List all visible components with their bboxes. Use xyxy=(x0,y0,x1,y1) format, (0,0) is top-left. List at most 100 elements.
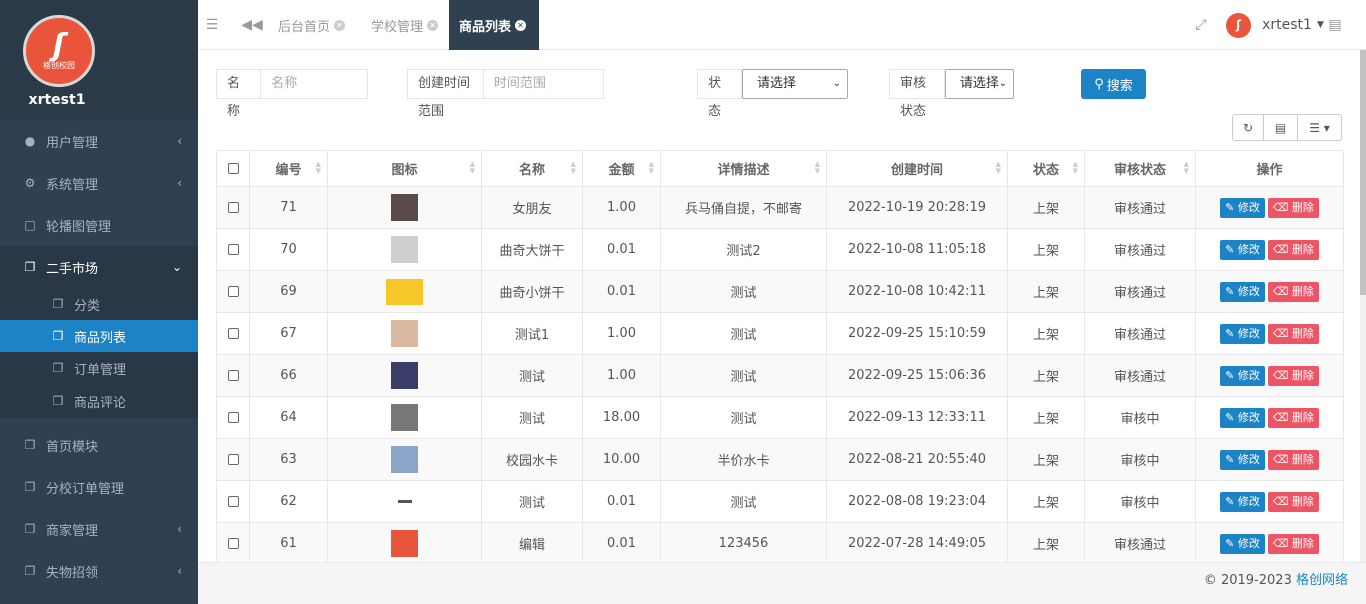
goods-thumbnail[interactable] xyxy=(386,278,423,305)
edit-button[interactable]: ✎ 修改 xyxy=(1220,197,1265,218)
delete-button[interactable]: ⌫ 删除 xyxy=(1267,365,1319,386)
delete-button[interactable]: ⌫ 删除 xyxy=(1267,533,1319,554)
col-header-audit[interactable]: 审核状态 ▲ ▼ xyxy=(1084,150,1196,187)
row-checkbox[interactable] xyxy=(227,328,239,339)
logo-avatar[interactable]: ʃ 格创校园 xyxy=(23,15,95,87)
sidebar-subitem-goods-list[interactable]: ❐ 商品列表 xyxy=(0,320,198,352)
edit-button[interactable]: ✎ 修改 xyxy=(1220,533,1265,554)
goods-thumbnail[interactable] xyxy=(391,320,418,347)
fullscreen-icon[interactable]: ⤢ xyxy=(1188,0,1214,50)
delete-button[interactable]: ⌫ 删除 xyxy=(1267,239,1319,260)
close-icon[interactable]: ✕ xyxy=(427,19,439,31)
close-icon[interactable]: ✕ xyxy=(515,19,527,31)
row-checkbox[interactable] xyxy=(227,538,239,549)
status-select[interactable]: 请选择 ⌄ xyxy=(742,69,849,99)
goods-thumbnail[interactable] xyxy=(391,194,418,221)
col-header-time[interactable]: 创建时间 ▲ ▼ xyxy=(826,150,1008,187)
scrollbar-thumb[interactable] xyxy=(1360,50,1366,295)
cell-actions: ✎ 修改 ⌫ 删除 xyxy=(1195,438,1344,481)
sidebar-subitem-comments[interactable]: ❐ 商品评论 xyxy=(0,384,198,418)
goods-thumbnail[interactable] xyxy=(391,446,418,473)
sidebar-item-user[interactable]: ● 用户管理 ‹ xyxy=(0,120,198,162)
goods-thumbnail[interactable] xyxy=(397,500,412,503)
row-checkbox[interactable] xyxy=(227,496,239,507)
columns-icon[interactable]: ☰ ▾ xyxy=(1298,114,1342,141)
row-select-cell xyxy=(216,228,250,271)
sidebar-subitem-orders[interactable]: ❐ 订单管理 xyxy=(0,352,198,384)
tab-dashboard[interactable]: 后台首页 ✕ xyxy=(268,0,355,50)
main-content: 名称 名称 创建时间范围 时间范围 状态 请选择 ⌄ 审核状态 请选择 ⌄ ⚲ … xyxy=(198,50,1360,565)
sidebar-item-market[interactable]: ❐ 二手市场 ⌄ xyxy=(0,246,198,288)
row-checkbox[interactable] xyxy=(227,412,239,423)
delete-label: 删除 xyxy=(1291,410,1314,424)
edit-button[interactable]: ✎ 修改 xyxy=(1220,323,1265,344)
cell-status: 上架 xyxy=(1007,354,1085,397)
user-dropdown[interactable]: xrtest1 ▼ xyxy=(1258,0,1328,50)
cell-icon xyxy=(327,186,482,229)
sidebar-item-carousel[interactable]: □ 轮播图管理 xyxy=(0,204,198,246)
row-checkbox[interactable] xyxy=(227,202,239,213)
close-icon[interactable]: ✕ xyxy=(334,19,346,31)
sidebar-username[interactable]: xrtest1 xyxy=(0,92,114,108)
col-header-id[interactable]: 编号 ▲ ▼ xyxy=(249,150,328,187)
edit-button[interactable]: ✎ 修改 xyxy=(1220,281,1265,302)
goods-thumbnail[interactable] xyxy=(391,236,418,263)
sidebar-item-home-module[interactable]: ❐ 首页模块 xyxy=(0,424,198,466)
cell-audit: 审核通过 xyxy=(1084,228,1196,271)
row-checkbox[interactable] xyxy=(227,286,239,297)
cell-amount: 0.01 xyxy=(582,270,661,313)
search-button[interactable]: ⚲ 搜索 xyxy=(1081,69,1146,99)
sidebar-item-system[interactable]: ⚙ 系统管理 ‹ xyxy=(0,162,198,204)
col-header-desc[interactable]: 详情描述 ▲ ▼ xyxy=(660,150,827,187)
col-header-status[interactable]: 状态 ▲ ▼ xyxy=(1007,150,1085,187)
edit-button[interactable]: ✎ 修改 xyxy=(1220,407,1265,428)
table-row: 61 编辑 0.01 123456 2022-07-28 14:49:05 上架 审核通过 ✎… xyxy=(216,522,1344,565)
delete-button[interactable]: ⌫ 删除 xyxy=(1267,323,1319,344)
user-avatar[interactable]: ʃ xyxy=(1226,13,1251,38)
edit-label: 修改 xyxy=(1237,410,1260,424)
delete-button[interactable]: ⌫ 删除 xyxy=(1267,407,1319,428)
refresh-icon[interactable]: ↻ xyxy=(1232,114,1264,141)
page-scrollbar[interactable] xyxy=(1360,50,1366,562)
sidebar-item-branch-orders[interactable]: ❐ 分校订单管理 xyxy=(0,466,198,508)
edit-button[interactable]: ✎ 修改 xyxy=(1220,365,1265,386)
row-checkbox[interactable] xyxy=(227,454,239,465)
col-header-amount[interactable]: 金额 ▲ ▼ xyxy=(582,150,661,187)
delete-button[interactable]: ⌫ 删除 xyxy=(1267,281,1319,302)
goods-thumbnail[interactable] xyxy=(391,404,418,431)
col-header-icon[interactable]: 图标 ▲ ▼ xyxy=(327,150,482,187)
edit-button[interactable]: ✎ 修改 xyxy=(1220,239,1265,260)
trash-icon: ⌫ xyxy=(1272,536,1289,550)
cell-desc: 半价水卡 xyxy=(660,438,827,481)
toggle-view-icon[interactable]: ▤ xyxy=(1264,114,1298,141)
col-header-name[interactable]: 名称 ▲ ▼ xyxy=(481,150,583,187)
tab-goods-list[interactable]: 商品列表 ✕ xyxy=(449,0,539,50)
menu-toggle-icon[interactable]: ☰ xyxy=(198,0,226,50)
name-input[interactable]: 名称 xyxy=(261,69,369,99)
edit-button[interactable]: ✎ 修改 xyxy=(1220,449,1265,470)
sort-icon: ▲ ▼ xyxy=(814,160,820,175)
sidebar-subitem-category[interactable]: ❐ 分类 xyxy=(0,288,198,320)
tab-scroll-left-icon[interactable]: ◀◀ xyxy=(238,0,266,50)
select-all-checkbox[interactable] xyxy=(227,163,239,174)
row-checkbox[interactable] xyxy=(227,370,239,381)
edit-label: 修改 xyxy=(1237,452,1260,466)
edit-button[interactable]: ✎ 修改 xyxy=(1220,491,1265,512)
audit-select[interactable]: 请选择 ⌄ xyxy=(944,69,1015,99)
sort-icon: ▲ ▼ xyxy=(469,160,475,175)
tab-school[interactable]: 学校管理 ✕ xyxy=(361,0,448,50)
row-checkbox[interactable] xyxy=(227,244,239,255)
chevron-down-icon: ⌄ xyxy=(832,78,842,89)
cell-icon xyxy=(327,228,482,271)
panel-icon[interactable]: ▤ xyxy=(1322,0,1348,50)
goods-thumbnail[interactable] xyxy=(391,530,418,557)
delete-button[interactable]: ⌫ 删除 xyxy=(1267,491,1319,512)
goods-thumbnail[interactable] xyxy=(391,362,418,389)
pencil-icon: ✎ xyxy=(1225,452,1235,466)
delete-button[interactable]: ⌫ 删除 xyxy=(1267,197,1319,218)
company-link[interactable]: 格创网络 xyxy=(1296,573,1348,588)
sidebar-item-merchants[interactable]: ❐ 商家管理 ‹ xyxy=(0,508,198,550)
sidebar-item-lost-found[interactable]: ❐ 失物招领 ‹ xyxy=(0,550,198,592)
time-range-input[interactable]: 时间范围 xyxy=(483,69,605,99)
delete-button[interactable]: ⌫ 删除 xyxy=(1267,449,1319,470)
